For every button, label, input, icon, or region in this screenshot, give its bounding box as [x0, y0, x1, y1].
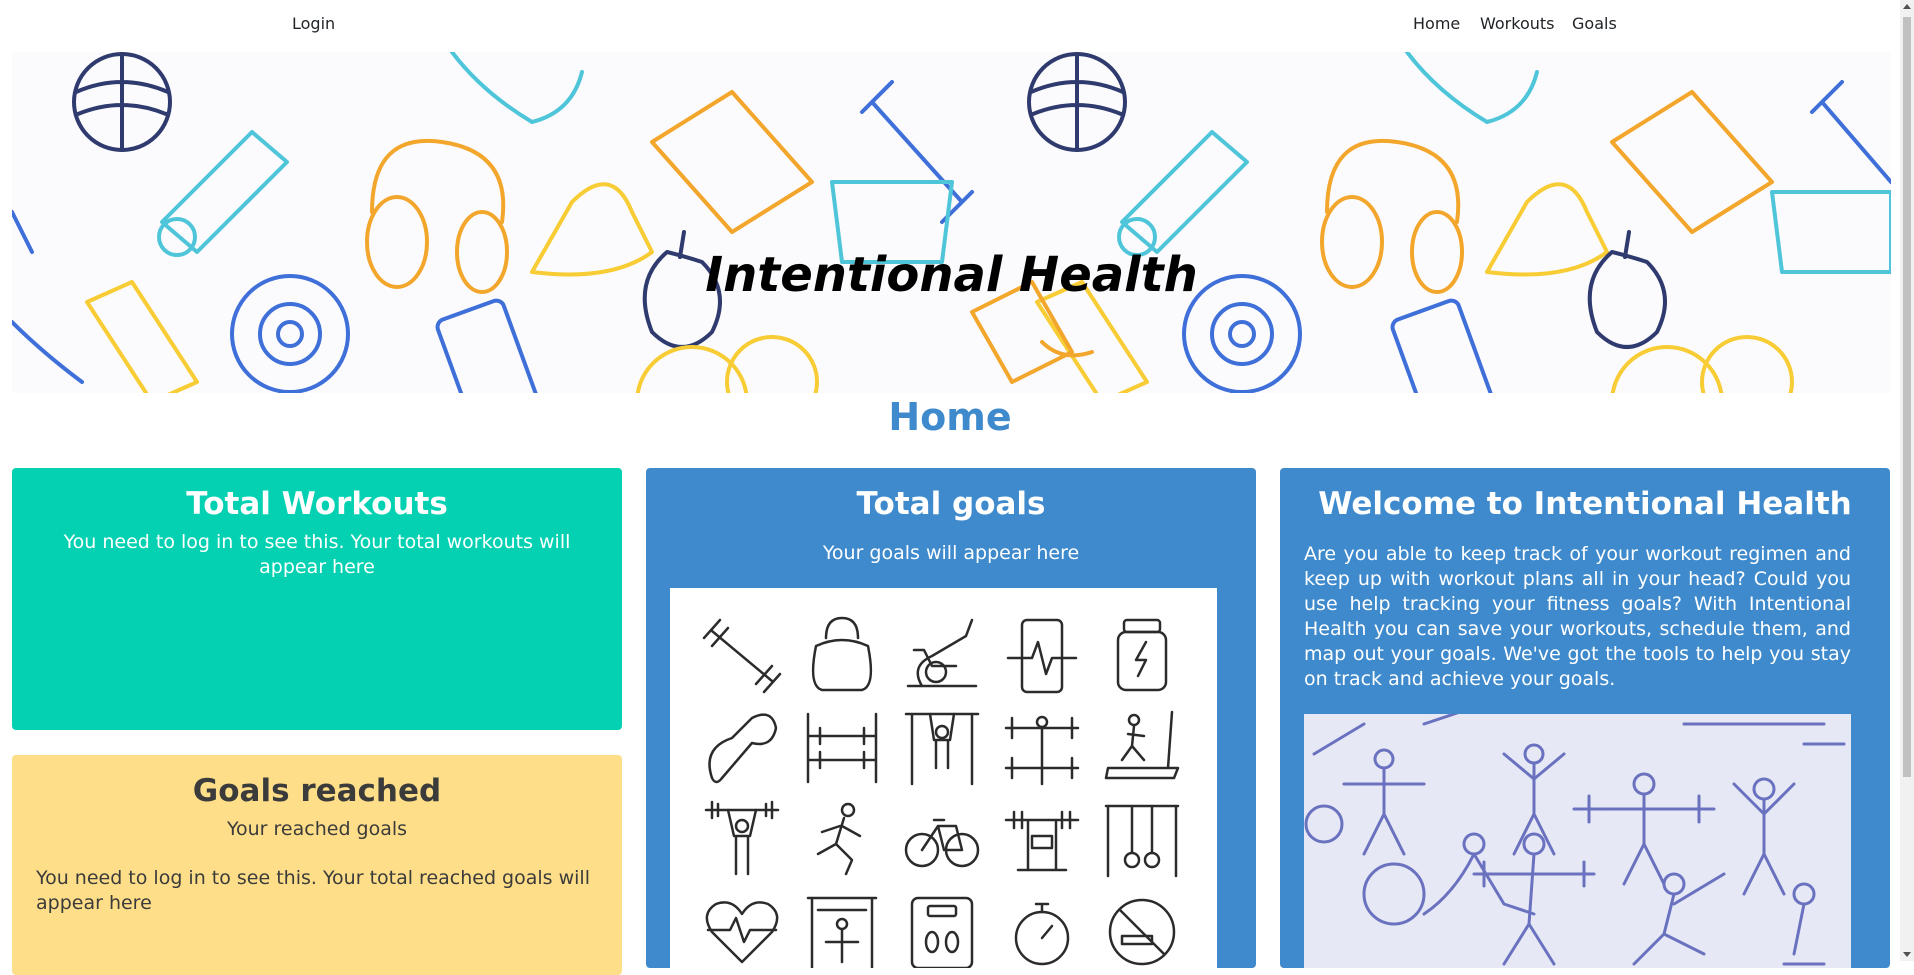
exercise-people-illustration: [1304, 714, 1851, 968]
total-goals-text: Your goals will appear here: [822, 542, 1080, 564]
hero-banner: Intentional Health: [12, 52, 1891, 393]
scale-icon: [910, 896, 974, 968]
runner-icon: [816, 802, 862, 876]
nav-login-link[interactable]: Login: [292, 14, 335, 33]
dumbbell-rack-icon: [806, 712, 878, 784]
weightlifting-icon: [704, 800, 780, 876]
goals-reached-card: Goals reached Your reached goals You nee…: [12, 755, 622, 975]
exercise-bike-icon: [906, 618, 978, 688]
bicycle-icon: [904, 818, 980, 868]
heart-rate-phone-icon: [1006, 618, 1078, 694]
nav-workouts-link[interactable]: Workouts: [1480, 14, 1554, 33]
no-smoking-icon: [1108, 898, 1176, 966]
fitness-icons-panel: [670, 588, 1217, 968]
total-workouts-title: Total Workouts: [186, 486, 448, 522]
welcome-title: Welcome to Intentional Health: [1318, 486, 1852, 522]
total-goals-title: Total goals: [856, 486, 1046, 522]
scroll-up-arrow-icon[interactable]: [1903, 4, 1911, 9]
goals-reached-subtitle: Your reached goals: [226, 818, 408, 840]
stopwatch-icon: [1014, 902, 1070, 966]
fitness-icons-grid: [702, 616, 1180, 968]
goals-reached-text: You need to log in to see this. Your tot…: [36, 867, 590, 914]
total-workouts-text: You need to log in to see this. Your tot…: [63, 531, 571, 578]
total-goals-card: Total goals Your goals will appear here: [646, 468, 1256, 968]
goals-reached-title: Goals reached: [192, 773, 442, 809]
exercise-people-pattern: [1304, 714, 1846, 966]
total-workouts-card: Total Workouts You need to log in to see…: [12, 468, 622, 730]
supplement-jar-icon: [1116, 618, 1168, 692]
cable-machine-icon: [806, 896, 878, 968]
page-title: Home: [888, 395, 1012, 439]
gymnastic-rings-icon: [1104, 804, 1180, 878]
welcome-text: Are you able to keep track of your worko…: [1304, 543, 1851, 690]
hero-title: Intentional Health: [705, 247, 1198, 303]
vertical-scrollbar[interactable]: [1900, 0, 1914, 961]
heartbeat-icon: [705, 901, 779, 964]
scrollbar-thumb[interactable]: [1903, 17, 1911, 777]
top-navbar: Login Home Workouts Goals: [0, 0, 1900, 50]
welcome-card: Welcome to Intentional Health Are you ab…: [1280, 468, 1890, 968]
fitness-pattern-background: [12, 52, 1891, 393]
weight-lifter-icon: [1004, 715, 1080, 786]
nav-goals-link[interactable]: Goals: [1572, 14, 1617, 33]
scroll-down-arrow-icon[interactable]: [1903, 952, 1911, 957]
barbell-icon: [702, 618, 782, 694]
pull-up-bar-icon: [904, 712, 980, 786]
kettlebell-icon: [811, 616, 873, 692]
nav-home-link[interactable]: Home: [1413, 14, 1460, 33]
hand-grip-icon: [708, 713, 778, 784]
treadmill-icon: [1104, 710, 1180, 780]
bench-press-icon: [1004, 810, 1080, 872]
